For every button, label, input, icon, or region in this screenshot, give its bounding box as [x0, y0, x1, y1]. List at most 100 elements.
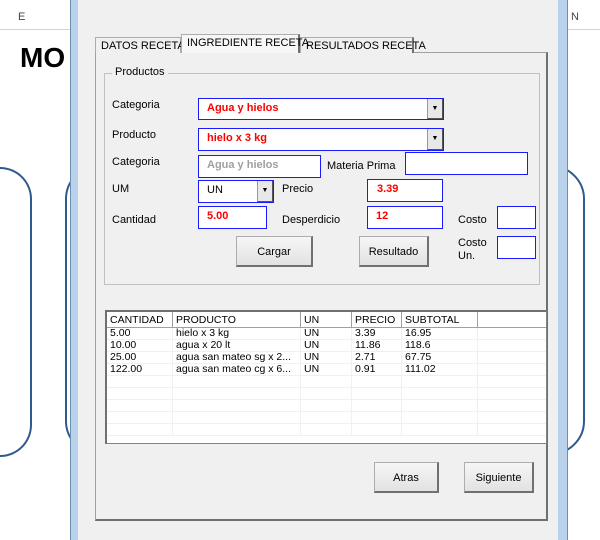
col-precio[interactable]: PRECIO: [352, 312, 402, 327]
cantidad-field[interactable]: 5.00: [198, 206, 267, 229]
table-cell: [173, 412, 301, 423]
table-cell: [301, 412, 352, 423]
table-cell: [173, 400, 301, 411]
table-cell: [478, 376, 546, 387]
um-combo[interactable]: UN ▼: [198, 180, 274, 203]
table-cell: agua x 20 lt: [173, 340, 301, 351]
categoria2-field[interactable]: Agua y hielos: [198, 155, 321, 178]
table-cell: 3.39: [352, 328, 402, 339]
table-row[interactable]: [107, 388, 546, 400]
table-cell: [301, 376, 352, 387]
cantidad-label: Cantidad: [112, 214, 157, 226]
table-row[interactable]: 122.00 agua san mateo cg x 6... UN 0.91 111.…: [107, 364, 546, 376]
table-cell: [478, 340, 546, 351]
table-row[interactable]: 5.00 hielo x 3 kg UN 3.39 16.95: [107, 328, 546, 340]
table-cell: [173, 388, 301, 399]
cargar-button[interactable]: Cargar: [236, 236, 313, 267]
tab-ingrediente-receta[interactable]: INGREDIENTE RECETA: [181, 34, 309, 53]
table-cell: agua san mateo sg x 2...: [173, 352, 301, 363]
table-row[interactable]: [107, 376, 546, 388]
siguiente-button[interactable]: Siguiente: [464, 462, 534, 493]
table-cell: 5.00: [107, 328, 173, 339]
table-cell: [107, 424, 173, 435]
table-cell: [107, 400, 173, 411]
table-cell: 67.75: [402, 352, 478, 363]
sheet-title: MO: [20, 42, 66, 73]
chevron-down-icon[interactable]: ▼: [257, 181, 273, 202]
categoria-combo[interactable]: Agua y hielos ▼: [198, 98, 444, 120]
table-cell: [352, 376, 402, 387]
materia-prima-label: Materia Prima: [327, 160, 396, 172]
column-n-header[interactable]: N: [571, 11, 579, 23]
col-cantidad[interactable]: CANTIDAD: [107, 312, 173, 327]
table-row[interactable]: 25.00 agua san mateo sg x 2... UN 2.71 67.75: [107, 352, 546, 364]
column-e-header[interactable]: E: [18, 11, 25, 23]
table-cell: [107, 388, 173, 399]
producto-combo[interactable]: hielo x 3 kg ▼: [198, 128, 444, 151]
um-value: UN: [207, 184, 223, 196]
precio-field[interactable]: 3.39: [367, 179, 443, 202]
list-header: CANTIDAD PRODUCTO UN PRECIO SUBTOTAL: [107, 312, 546, 328]
table-cell: [402, 400, 478, 411]
chevron-down-icon[interactable]: ▼: [427, 99, 443, 119]
table-cell: [301, 424, 352, 435]
table-cell: [478, 412, 546, 423]
table-cell: [352, 424, 402, 435]
table-cell: [478, 364, 546, 375]
table-cell: 2.71: [352, 352, 402, 363]
table-cell: 122.00: [107, 364, 173, 375]
atras-button[interactable]: Atras: [374, 462, 439, 493]
chevron-down-icon[interactable]: ▼: [427, 129, 443, 150]
table-cell: hielo x 3 kg: [173, 328, 301, 339]
table-cell: [301, 400, 352, 411]
col-producto[interactable]: PRODUCTO: [173, 312, 301, 327]
table-cell: [478, 400, 546, 411]
costo-label: Costo: [458, 214, 487, 226]
table-cell: 25.00: [107, 352, 173, 363]
table-row[interactable]: [107, 400, 546, 412]
table-cell: UN: [301, 328, 352, 339]
col-un[interactable]: UN: [301, 312, 352, 327]
table-cell: [402, 376, 478, 387]
producto-value: hielo x 3 kg: [207, 132, 267, 144]
table-row[interactable]: 10.00 agua x 20 lt UN 11.86 118.6: [107, 340, 546, 352]
materia-prima-field[interactable]: [405, 152, 528, 175]
table-cell: UN: [301, 364, 352, 375]
um-label: UM: [112, 183, 130, 195]
table-cell: [478, 328, 546, 339]
costo-un-field[interactable]: [497, 236, 536, 259]
sheet-shape-left: [0, 167, 32, 457]
table-cell: 10.00: [107, 340, 173, 351]
table-cell: [402, 424, 478, 435]
table-cell: [402, 388, 478, 399]
categoria2-label: Categoria: [112, 156, 160, 168]
table-cell: [352, 388, 402, 399]
table-cell: [402, 412, 478, 423]
table-cell: 11.86: [352, 340, 402, 351]
table-cell: [107, 412, 173, 423]
costo-field[interactable]: [497, 206, 536, 229]
categoria-label: Categoria: [112, 99, 160, 111]
resultado-button[interactable]: Resultado: [359, 236, 429, 267]
categoria-value: Agua y hielos: [207, 102, 279, 114]
tab-datos-receta[interactable]: DATOS RECETA: [95, 37, 185, 53]
tab-resultados-receta[interactable]: RESULTADOS RECETA: [300, 37, 426, 53]
table-cell: 118.6: [402, 340, 478, 351]
desperdicio-field[interactable]: 12: [367, 206, 443, 229]
table-cell: [478, 388, 546, 399]
ingredients-list[interactable]: CANTIDAD PRODUCTO UN PRECIO SUBTOTAL 5.0…: [105, 310, 547, 444]
table-cell: [173, 424, 301, 435]
table-cell: [173, 376, 301, 387]
table-cell: [352, 412, 402, 423]
table-cell: [478, 424, 546, 435]
col-subtotal[interactable]: SUBTOTAL: [402, 312, 478, 327]
table-row[interactable]: [107, 412, 546, 424]
costo-un-label: Costo Un.: [458, 237, 487, 262]
precio-label: Precio: [282, 183, 314, 195]
table-cell: UN: [301, 340, 352, 351]
table-cell: [478, 352, 546, 363]
table-cell: [301, 388, 352, 399]
desperdicio-label: Desperdicio: [282, 214, 341, 226]
table-cell: UN: [301, 352, 352, 363]
table-row[interactable]: [107, 424, 546, 436]
